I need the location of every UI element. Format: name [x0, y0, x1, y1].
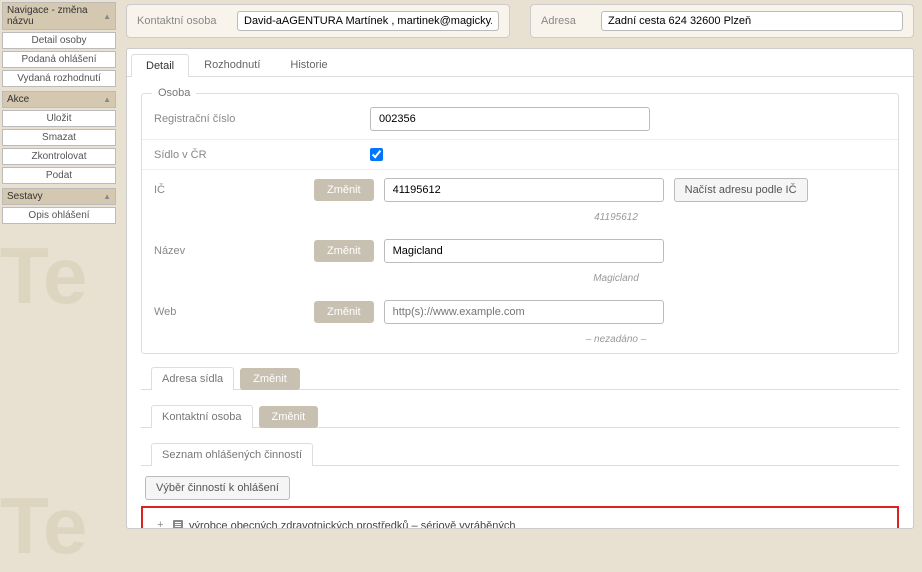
contact-input[interactable]: [237, 11, 499, 31]
web-change-button[interactable]: Změnit: [314, 301, 374, 323]
select-activities-button[interactable]: Výběr činností k ohlášení: [145, 476, 290, 500]
kontaktni-legend: Kontaktní osoba: [151, 405, 253, 428]
tab-historie[interactable]: Historie: [275, 53, 342, 76]
action-delete[interactable]: Smazat: [2, 129, 116, 146]
sidlo-checkbox[interactable]: [370, 148, 383, 161]
sidebar-reports-header[interactable]: Sestavy ▲: [2, 188, 116, 205]
sidebar: Navigace - změna názvu ▲ Detail osoby Po…: [0, 0, 118, 543]
osoba-legend: Osoba: [152, 87, 196, 99]
ic-subtext: 41195612: [476, 212, 756, 223]
nav-vydana-rozhodnuti[interactable]: Vydaná rozhodnutí: [2, 70, 116, 87]
activity-list: + výrobce obecných zdravotnických prostř…: [157, 518, 883, 529]
activity-box: + výrobce obecných zdravotnických prostř…: [141, 506, 899, 529]
collapse-icon: ▲: [103, 95, 111, 104]
sidebar-nav-header[interactable]: Navigace - změna názvu ▲: [2, 2, 116, 30]
contact-field-group: Kontaktní osoba: [126, 4, 510, 38]
report-opis[interactable]: Opis ohlášení: [2, 207, 116, 224]
reg-input[interactable]: [370, 107, 650, 131]
kontaktni-change-button[interactable]: Změnit: [259, 406, 319, 428]
action-submit[interactable]: Podat: [2, 167, 116, 184]
web-label: Web: [154, 306, 304, 318]
action-save[interactable]: Uložit: [2, 110, 116, 127]
ic-input[interactable]: [384, 178, 664, 202]
activity-item: + výrobce obecných zdravotnických prostř…: [157, 518, 883, 529]
collapse-icon: ▲: [103, 192, 111, 201]
seznam-legend: Seznam ohlášených činností: [151, 443, 313, 466]
web-subtext: – nezadáno –: [476, 334, 756, 345]
collapse-icon: ▲: [103, 12, 111, 21]
ic-label: IČ: [154, 184, 304, 196]
nav-podana-ohlaseni[interactable]: Podaná ohlášení: [2, 51, 116, 68]
nazev-label: Název: [154, 245, 304, 257]
reg-label: Registrační číslo: [154, 113, 304, 125]
load-address-button[interactable]: Načíst adresu podle IČ: [674, 178, 808, 202]
address-input[interactable]: [601, 11, 903, 31]
activity-label: výrobce obecných zdravotnických prostřed…: [189, 520, 516, 529]
sidebar-actions-title: Akce: [7, 94, 29, 105]
nazev-input[interactable]: [384, 239, 664, 263]
document-icon: [173, 520, 183, 529]
tab-detail[interactable]: Detail: [131, 54, 189, 77]
content-panel: Detail Rozhodnutí Historie Osoba Registr…: [126, 48, 914, 529]
nav-detail-osoby[interactable]: Detail osoby: [2, 32, 116, 49]
adresa-change-button[interactable]: Změnit: [240, 368, 300, 390]
contact-label: Kontaktní osoba: [137, 15, 227, 27]
sidebar-actions-header[interactable]: Akce ▲: [2, 91, 116, 108]
osoba-fieldset: Osoba Registrační číslo Sídlo v ČR IČ Zm…: [141, 87, 899, 354]
tabs: Detail Rozhodnutí Historie: [127, 49, 913, 77]
main-content: Kontaktní osoba Adresa Detail Rozhodnutí…: [118, 0, 922, 543]
sidebar-nav-title: Navigace - změna názvu: [7, 5, 103, 27]
adresa-sidla-legend: Adresa sídla: [151, 367, 234, 390]
nazev-change-button[interactable]: Změnit: [314, 240, 374, 262]
web-input[interactable]: [384, 300, 664, 324]
sidlo-label: Sídlo v ČR: [154, 149, 304, 161]
sidebar-reports-title: Sestavy: [7, 191, 43, 202]
nazev-subtext: Magicland: [476, 273, 756, 284]
action-check[interactable]: Zkontrolovat: [2, 148, 116, 165]
ic-change-button[interactable]: Změnit: [314, 179, 374, 201]
tab-rozhodnuti[interactable]: Rozhodnutí: [189, 53, 275, 76]
address-field-group: Adresa: [530, 4, 914, 38]
expand-icon[interactable]: +: [157, 520, 167, 529]
address-label: Adresa: [541, 15, 591, 27]
